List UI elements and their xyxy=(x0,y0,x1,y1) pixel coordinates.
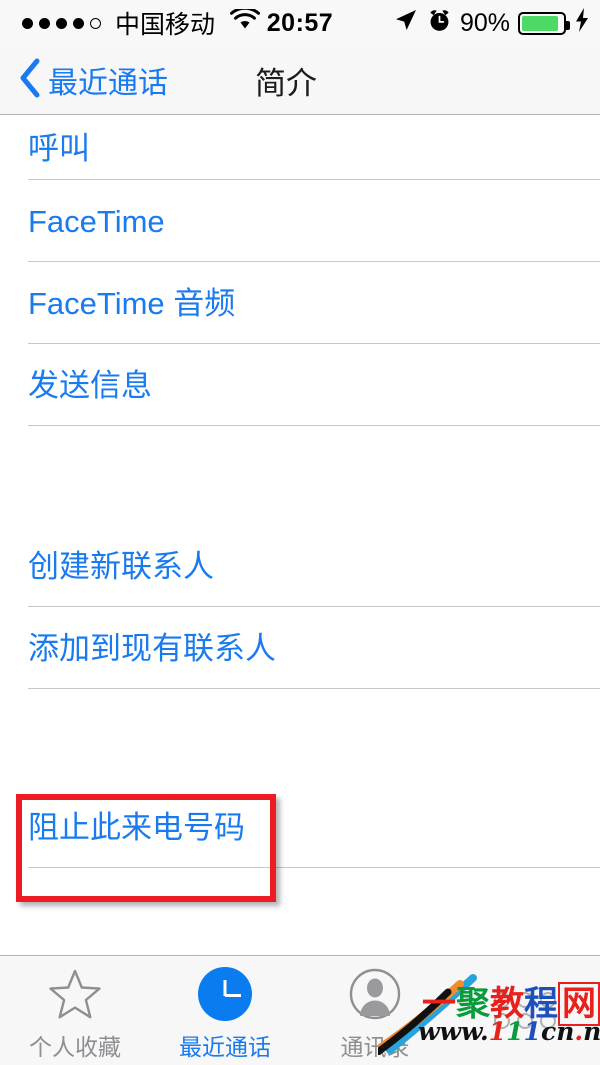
group-spacer xyxy=(0,689,600,786)
facetime-row-label: FaceTime xyxy=(28,203,165,239)
call-row-label: 呼叫 xyxy=(28,130,90,166)
add-to-existing-contact-label: 添加到现有联系人 xyxy=(28,630,276,666)
action-group-contacts: 创建新联系人 添加到现有联系人 xyxy=(0,525,600,689)
keypad-icon xyxy=(494,983,556,1039)
tab-bar: 个人收藏 最近通话 通讯录 xyxy=(0,955,600,1065)
battery-percentage: 90% xyxy=(459,8,510,37)
create-new-contact-row[interactable]: 创建新联系人 xyxy=(0,525,600,607)
row-separator xyxy=(28,688,600,689)
tab-favorites-label: 个人收藏 xyxy=(29,1033,121,1060)
action-list: 呼叫 FaceTime FaceTime 音频 发送信息 创建新联系人 添加到现… xyxy=(0,116,600,955)
facetime-row[interactable]: FaceTime xyxy=(0,180,600,262)
action-group-communication: 呼叫 FaceTime FaceTime 音频 发送信息 xyxy=(0,116,600,426)
status-bar: 中国移动 20:57 90% xyxy=(0,0,600,46)
block-caller-row[interactable]: 阻止此来电号码 xyxy=(0,786,600,868)
tab-favorites[interactable]: 个人收藏 xyxy=(0,956,150,1065)
row-separator xyxy=(28,867,600,868)
phone-screen: 中国移动 20:57 90% 最近通话 简介 呼叫 FaceTime FaceT… xyxy=(0,0,600,1065)
group-spacer xyxy=(0,426,600,525)
status-bar-right: 90% xyxy=(393,0,590,46)
tab-recents[interactable]: 最近通话 xyxy=(150,956,300,1065)
tab-keypad[interactable] xyxy=(450,956,600,1065)
location-arrow-icon xyxy=(393,7,419,40)
person-circle-icon xyxy=(347,966,403,1022)
facetime-audio-row-label: FaceTime 音频 xyxy=(28,285,236,321)
navigation-bar: 最近通话 简介 xyxy=(0,46,600,115)
tab-contacts-label: 通讯录 xyxy=(340,1033,410,1060)
tab-contacts[interactable]: 通讯录 xyxy=(300,956,450,1065)
send-message-row-label: 发送信息 xyxy=(28,367,152,403)
row-separator xyxy=(28,425,600,426)
page-title: 简介 xyxy=(255,65,317,101)
facetime-audio-row[interactable]: FaceTime 音频 xyxy=(0,262,600,344)
alarm-clock-icon xyxy=(427,7,452,40)
call-row[interactable]: 呼叫 xyxy=(0,116,600,180)
clock-icon xyxy=(198,966,252,1022)
battery-icon xyxy=(518,11,570,35)
send-message-row[interactable]: 发送信息 xyxy=(0,344,600,426)
action-group-block: 阻止此来电号码 xyxy=(0,786,600,868)
lightning-bolt-icon xyxy=(574,7,590,40)
star-outline-icon xyxy=(48,966,102,1022)
tab-recents-label: 最近通话 xyxy=(179,1033,271,1060)
add-to-existing-contact-row[interactable]: 添加到现有联系人 xyxy=(0,607,600,689)
block-caller-label: 阻止此来电号码 xyxy=(28,809,245,845)
create-new-contact-label: 创建新联系人 xyxy=(28,548,214,584)
